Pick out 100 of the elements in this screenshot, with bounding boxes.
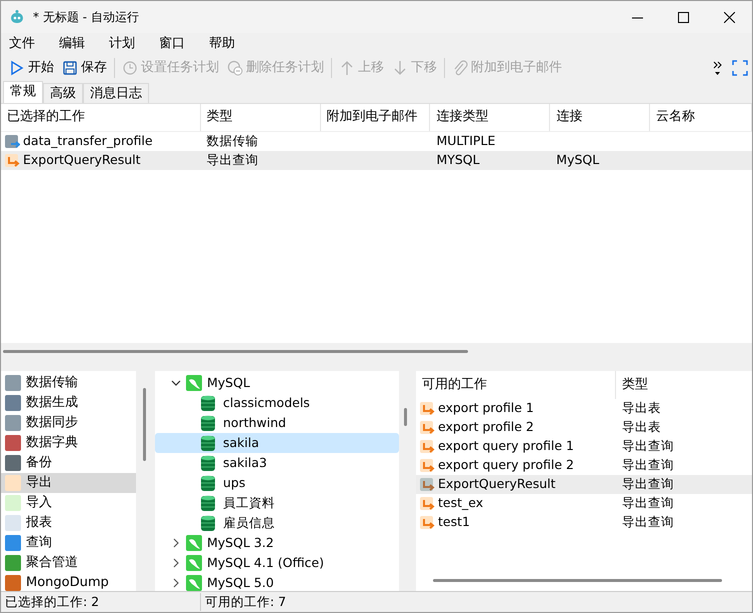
scrollbar[interactable] xyxy=(433,579,722,582)
export-arrow-icon xyxy=(420,496,435,512)
tree-node[interactable]: ups xyxy=(155,473,399,494)
category-icon xyxy=(5,535,21,552)
table-cell-text: MULTIPLE xyxy=(436,132,496,150)
menu-item[interactable]: 帮助 xyxy=(207,34,257,54)
menu-item[interactable]: 编辑 xyxy=(57,34,107,54)
table-cell-text: export profile 2 xyxy=(438,418,534,436)
overflow-icon xyxy=(713,60,722,76)
table-cell-text: 导出查询 xyxy=(206,150,259,169)
scrollbar[interactable] xyxy=(143,388,146,462)
category-item[interactable]: 聚合管道 xyxy=(1,553,136,574)
category-item[interactable]: 数据同步 xyxy=(1,413,136,434)
export-arrow-icon xyxy=(420,477,435,492)
tree-node[interactable]: MySQL xyxy=(155,373,399,394)
category-icon xyxy=(5,455,21,472)
database-icon xyxy=(201,435,215,452)
database-icon xyxy=(201,455,215,472)
menu-item[interactable]: 窗口 xyxy=(157,34,207,54)
database-icon xyxy=(201,415,215,432)
category-icon xyxy=(5,435,21,452)
table-row[interactable]: test_ex 导出查询 xyxy=(416,494,752,514)
database-icon xyxy=(201,495,215,512)
export-arrow-icon xyxy=(420,515,435,530)
column-header[interactable]: 类型 xyxy=(200,104,321,131)
up-arrow-icon xyxy=(339,60,355,76)
table-cell-text: export query profile 1 xyxy=(438,437,574,456)
table-cell-text: export query profile 2 xyxy=(438,456,574,474)
table-cell-text: MYSQL xyxy=(436,150,480,169)
table-row[interactable]: export profile 1 导出表 xyxy=(416,399,752,418)
tree-node[interactable]: 員工資料 xyxy=(155,493,399,514)
category-item[interactable]: MongoDump xyxy=(1,573,136,594)
tab[interactable]: 高级 xyxy=(43,82,83,103)
tab[interactable]: 常规 xyxy=(3,80,43,103)
table-row[interactable]: ExportQueryResult 导出查询 MYSQL MySQL xyxy=(1,150,752,170)
export-arrow-icon xyxy=(420,458,435,474)
category-item[interactable]: 导入 xyxy=(1,493,136,514)
clock-minus-icon xyxy=(227,60,243,76)
column-header[interactable]: 已选择的工作 xyxy=(1,104,201,131)
menu-item[interactable]: 文件 xyxy=(7,34,57,54)
close-icon[interactable] xyxy=(724,12,734,22)
category-item[interactable]: 查询 xyxy=(1,533,136,554)
category-icon xyxy=(5,415,21,432)
table-cell-text: 导出查询 xyxy=(622,475,674,494)
save-icon xyxy=(62,60,78,76)
column-header[interactable]: 云名称 xyxy=(650,104,752,131)
column-header[interactable]: 类型 xyxy=(616,371,746,400)
table-row[interactable]: export query profile 1 导出查询 xyxy=(416,437,752,456)
tree-node[interactable]: MySQL 5.0 xyxy=(155,573,399,592)
category-item[interactable]: 报表 xyxy=(1,513,136,534)
database-icon xyxy=(201,475,215,492)
category-icon xyxy=(5,375,21,392)
scrollbar[interactable] xyxy=(3,350,468,354)
scrollbar[interactable] xyxy=(404,408,407,426)
tree-node[interactable]: sakila xyxy=(155,433,399,454)
category-item[interactable]: 数据生成 xyxy=(1,393,136,414)
export-arrow-icon xyxy=(420,401,435,416)
tree-node[interactable]: sakila3 xyxy=(155,453,399,474)
column-header[interactable]: 可用的工作 xyxy=(416,371,616,400)
toolbar-button[interactable]: 开始 xyxy=(5,56,58,80)
table-cell-text: 导出查询 xyxy=(622,437,674,456)
table-row[interactable]: export profile 2 导出表 xyxy=(416,418,752,438)
tree-node[interactable]: MySQL 3.2 xyxy=(155,533,399,554)
category-item[interactable]: 数据传输 xyxy=(1,373,136,394)
column-header[interactable]: 连接 xyxy=(550,104,650,131)
table-row[interactable]: data_transfer_profile 数据传输 MULTIPLE xyxy=(1,132,752,151)
column-header[interactable]: 连接类型 xyxy=(430,104,550,131)
toolbar-button[interactable]: 保存 xyxy=(58,56,111,80)
table-cell-text: data_transfer_profile xyxy=(23,132,153,150)
category-item[interactable]: 数据字典 xyxy=(1,433,136,454)
export-arrow-icon xyxy=(5,152,20,168)
maximize-icon[interactable] xyxy=(678,12,688,22)
down-arrow-icon xyxy=(392,60,408,76)
tree-node[interactable]: classicmodels xyxy=(155,393,399,414)
category-item[interactable]: 导出 xyxy=(1,473,136,494)
table-cell-text: 导出查询 xyxy=(622,494,674,512)
tree-node[interactable]: MySQL 4.1 (Office) xyxy=(155,553,399,574)
category-icon xyxy=(5,555,21,572)
table-cell-text: MySQL xyxy=(556,150,600,169)
table-cell-text: test_ex xyxy=(438,494,484,512)
tab[interactable]: 消息日志 xyxy=(83,82,149,103)
paperclip-icon xyxy=(452,60,468,76)
export-arrow-icon xyxy=(420,420,435,436)
table-cell-text: 数据传输 xyxy=(206,132,259,150)
column-header[interactable]: 附加到电子邮件 xyxy=(320,104,430,131)
table-row[interactable]: test1 导出查询 xyxy=(416,513,752,532)
category-icon xyxy=(5,395,21,412)
category-item[interactable]: 备份 xyxy=(1,453,136,474)
table-cell-text: ExportQueryResult xyxy=(438,475,556,494)
status-text: 可用的工作: 7 xyxy=(204,592,288,611)
tree-node[interactable]: 雇员信息 xyxy=(155,513,399,534)
menu-item[interactable]: 计划 xyxy=(107,34,157,54)
table-cell-text: 导出表 xyxy=(622,399,661,418)
category-icon xyxy=(5,495,21,512)
export-arrow-icon xyxy=(420,439,435,454)
table-row[interactable]: ExportQueryResult 导出查询 xyxy=(416,475,752,494)
table-row[interactable]: export query profile 2 导出查询 xyxy=(416,456,752,476)
tree-node[interactable]: northwind xyxy=(155,413,399,434)
category-icon xyxy=(5,515,21,532)
category-icon xyxy=(5,575,21,592)
